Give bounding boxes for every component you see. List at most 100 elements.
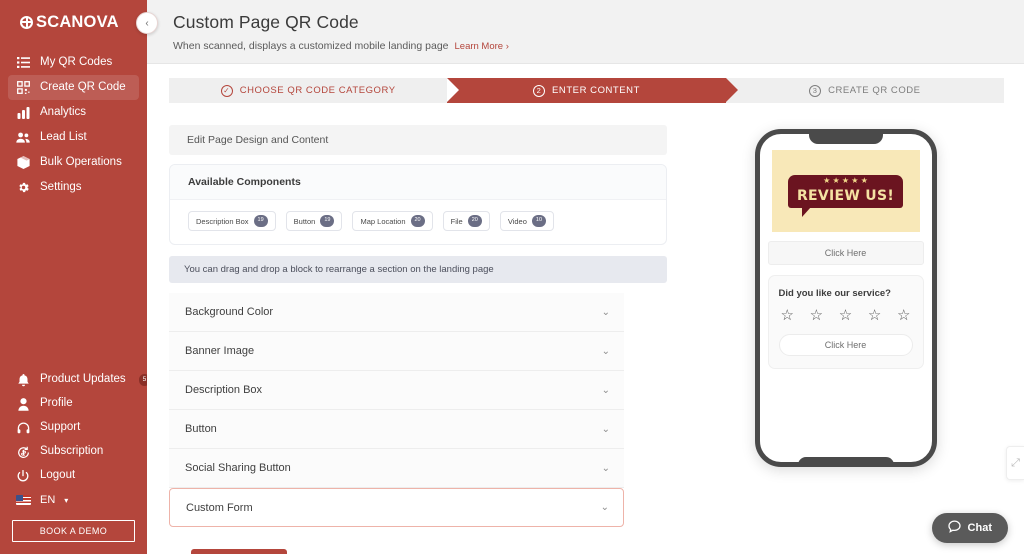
block-accordion-list: Background Color ⌄ Banner Image ⌄ Descri… — [169, 293, 624, 527]
phone-preview: ★ ★ ★ ★ ★ REVIEW US! Click Here Did you … — [754, 129, 937, 467]
star-icon[interactable]: ☆ — [839, 308, 852, 323]
banner-stars: ★ ★ ★ ★ ★ — [787, 174, 904, 186]
component-chip-video[interactable]: Video 10 — [499, 211, 555, 231]
content-wrap: Edit Page Design and Content Available C… — [147, 108, 1024, 554]
preview-custom-form-card: Did you like our service? ☆ ☆ ☆ ☆ ☆ Clic… — [767, 275, 924, 369]
preview-rating-stars[interactable]: ☆ ☆ ☆ ☆ ☆ — [779, 299, 913, 323]
sidebar-item-analytics[interactable]: Analytics — [8, 100, 139, 125]
review-us-badge: ★ ★ ★ ★ ★ REVIEW US! — [787, 174, 904, 217]
star-icon[interactable]: ☆ — [868, 308, 881, 323]
star-icon[interactable]: ☆ — [781, 308, 794, 323]
star-icon[interactable]: ☆ — [810, 308, 823, 323]
sidebar-primary-nav: My QR Codes Create QR Code Analytics Lea… — [0, 50, 147, 200]
resize-handle-icon[interactable]: ⤢ — [1006, 446, 1024, 480]
chevron-down-icon: ▾ — [64, 495, 69, 505]
accordion-label: Social Sharing Button — [185, 462, 291, 474]
available-components-title: Available Components — [170, 165, 666, 200]
sidebar-item-lead-list[interactable]: Lead List — [8, 125, 139, 150]
preview-column: ★ ★ ★ ★ ★ REVIEW US! Click Here Did you … — [667, 125, 1024, 554]
preview-banner-image: ★ ★ ★ ★ ★ REVIEW US! — [771, 150, 920, 232]
book-a-demo-button[interactable]: BOOK A DEMO — [12, 520, 135, 542]
sidebar-item-label: Profile — [40, 397, 73, 410]
sidebar-item-bulk-operations[interactable]: Bulk Operations — [8, 150, 139, 175]
learn-more-link[interactable]: Learn More › — [455, 41, 509, 52]
target-icon — [20, 15, 33, 29]
sidebar-item-product-updates[interactable]: Product Updates 5 — [8, 368, 150, 392]
accordion-description-box[interactable]: Description Box ⌄ — [169, 371, 624, 410]
component-chip-description-box[interactable]: Description Box 19 — [188, 211, 276, 231]
language-label: EN — [40, 494, 56, 506]
accordion-banner-image[interactable]: Banner Image ⌄ — [169, 332, 624, 371]
step-number: 3 — [809, 84, 822, 97]
brand-name: SCANOVA — [36, 12, 119, 31]
page-subtitle-row: When scanned, displays a customized mobi… — [173, 40, 1024, 52]
chevron-down-icon: ⌄ — [601, 384, 610, 396]
brand-logo[interactable]: SCANOVA — [0, 0, 147, 44]
sidebar-item-label: Support — [40, 421, 81, 434]
step-choose-category[interactable]: ✓ CHOOSE QR CODE CATEGORY — [169, 78, 460, 103]
accordion-custom-form[interactable]: Custom Form ⌄ — [169, 488, 624, 527]
preview-form-button[interactable]: Click Here — [778, 334, 913, 356]
chip-label: Button — [293, 216, 316, 226]
chevron-down-icon: ⌄ — [601, 423, 610, 435]
chip-label: Map Location — [360, 216, 406, 226]
accordion-label: Button — [185, 423, 217, 435]
preview-primary-button[interactable]: Click Here — [767, 241, 924, 265]
sidebar-item-label: My QR Codes — [40, 55, 113, 68]
step-number: 2 — [533, 84, 546, 97]
power-icon — [16, 469, 30, 483]
sidebar-item-label: Product Updates — [40, 373, 126, 386]
step-enter-content[interactable]: 2 ENTER CONTENT — [447, 78, 738, 103]
sidebar-item-logout[interactable]: Logout — [8, 464, 139, 488]
accordion-background-color[interactable]: Background Color ⌄ — [169, 293, 624, 332]
sidebar-item-label: Create QR Code — [40, 80, 126, 93]
step-create-qr-code[interactable]: 3 CREATE QR CODE — [725, 78, 1004, 103]
sidebar-item-settings[interactable]: Settings — [8, 175, 139, 200]
sidebar-secondary-nav: Product Updates 5 Profile Support Subscr… — [0, 368, 150, 554]
sidebar-item-label: Subscription — [40, 445, 104, 458]
sidebar-item-label: Settings — [40, 180, 82, 193]
star-icon[interactable]: ☆ — [897, 308, 910, 323]
sidebar-item-profile[interactable]: Profile — [8, 392, 139, 416]
step-label: ENTER CONTENT — [552, 85, 640, 96]
component-chip-button[interactable]: Button 19 — [285, 211, 343, 231]
sidebar-item-subscription[interactable]: Subscription — [8, 440, 139, 464]
chip-count-badge: 20 — [410, 215, 425, 227]
sidebar: SCANOVA ‹ My QR Codes Create QR Code Ana… — [0, 0, 158, 554]
continue-button[interactable]: CONTINUE → — [191, 549, 288, 554]
chip-count-badge: 19 — [253, 215, 268, 227]
chip-label: Description Box — [196, 216, 249, 226]
page-title: Custom Page QR Code — [173, 12, 359, 32]
chat-bubble-icon — [947, 520, 961, 536]
chevron-down-icon: ⌄ — [601, 306, 610, 318]
chevron-down-icon: ⌄ — [601, 462, 610, 474]
refresh-dollar-icon — [16, 445, 30, 459]
chevron-down-icon: ⌄ — [600, 502, 609, 513]
us-flag-icon — [16, 495, 31, 505]
phone-notch — [808, 129, 883, 144]
headset-icon — [16, 421, 30, 435]
accordion-social-sharing-button[interactable]: Social Sharing Button ⌄ — [169, 449, 624, 488]
chat-label: Chat — [967, 522, 992, 534]
app-root: SCANOVA ‹ My QR Codes Create QR Code Ana… — [0, 0, 1024, 554]
chat-widget-button[interactable]: Chat — [931, 513, 1008, 543]
chip-count-badge: 20 — [467, 215, 482, 227]
accordion-label: Banner Image — [185, 345, 255, 357]
sidebar-item-my-qr-codes[interactable]: My QR Codes — [8, 50, 139, 75]
box-icon — [16, 156, 30, 170]
sidebar-item-support[interactable]: Support — [8, 416, 139, 440]
editor-column: Edit Page Design and Content Available C… — [147, 125, 667, 554]
component-chip-file[interactable]: File 20 — [442, 211, 490, 231]
sidebar-item-create-qr-code[interactable]: Create QR Code — [8, 75, 139, 100]
language-selector[interactable]: EN ▾ — [8, 488, 139, 512]
component-chip-map-location[interactable]: Map Location 20 — [352, 211, 433, 231]
component-chip-list: Description Box 19 Button 19 Map Locatio… — [170, 200, 666, 244]
sidebar-collapse-button[interactable]: ‹ — [136, 12, 158, 34]
users-icon — [16, 131, 30, 145]
sidebar-item-label: Bulk Operations — [40, 155, 122, 168]
chevron-down-icon: ⌄ — [601, 345, 610, 357]
page-header: Custom Page QR Code When scanned, displa… — [147, 0, 1024, 64]
accordion-label: Description Box — [185, 384, 263, 396]
banner-text: REVIEW US! — [787, 185, 904, 217]
accordion-button[interactable]: Button ⌄ — [169, 410, 624, 449]
